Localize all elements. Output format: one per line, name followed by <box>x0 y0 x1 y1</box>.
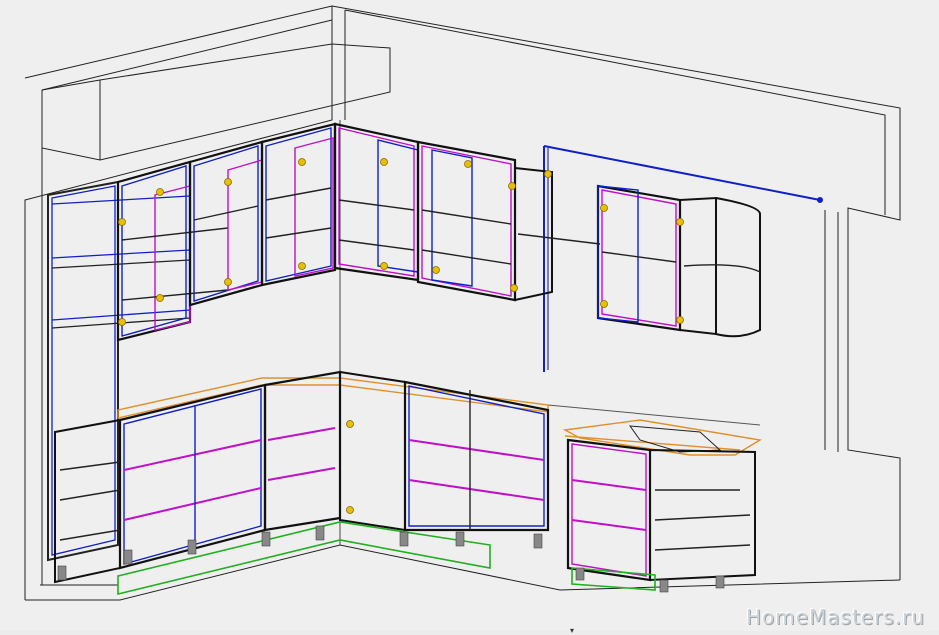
upper-cabinets-left[interactable] <box>116 122 337 342</box>
upper-cabinets-back[interactable] <box>333 122 601 302</box>
hinge-icon <box>676 316 684 324</box>
adjustable-leg-icon <box>261 531 271 547</box>
hinge-icon <box>156 294 164 302</box>
hinge-icon <box>600 300 608 308</box>
adjustable-leg-icon <box>455 531 465 547</box>
rail-pipe <box>543 145 823 372</box>
adjustable-leg-icon <box>533 533 543 549</box>
3d-viewport[interactable] <box>0 0 939 631</box>
hinge-icon <box>224 178 232 186</box>
adjustable-leg-icon <box>715 575 725 589</box>
hinge-icon <box>510 284 518 292</box>
hinge-icon <box>298 262 306 270</box>
hinge-icon <box>464 160 472 168</box>
hinge-icon <box>346 506 354 514</box>
hinge-icon <box>346 420 354 428</box>
hinge-icon <box>544 170 552 178</box>
adjustable-leg-icon <box>57 565 67 581</box>
room-walls <box>24 5 901 601</box>
hinge-icon <box>224 278 232 286</box>
kitchen-wireframe-canvas[interactable] <box>0 0 939 631</box>
adjustable-leg-icon <box>315 525 325 541</box>
plinths <box>117 521 656 596</box>
upper-cabinets-right[interactable] <box>596 184 761 338</box>
base-cabinets-back[interactable] <box>339 370 550 532</box>
adjustable-leg-icon <box>659 579 669 593</box>
hinge-icon <box>432 266 440 274</box>
adjustable-leg-icon <box>399 531 409 547</box>
hinge-icon <box>600 204 608 212</box>
hinge-icon <box>156 188 164 196</box>
adjustable-leg-icon <box>187 539 197 555</box>
base-cabinets-right[interactable] <box>566 438 756 582</box>
hinge-icon <box>508 182 516 190</box>
hinge-icon <box>298 158 306 166</box>
adjustable-leg-icon <box>123 549 133 565</box>
hinge-icon <box>380 158 388 166</box>
adjustable-leg-icon <box>575 567 585 581</box>
watermark-logo: HomeMasters.ru <box>745 605 925 629</box>
hinge-icon <box>118 318 126 326</box>
hinge-icon <box>676 218 684 226</box>
hinge-icon <box>380 262 388 270</box>
hinge-icon <box>118 218 126 226</box>
